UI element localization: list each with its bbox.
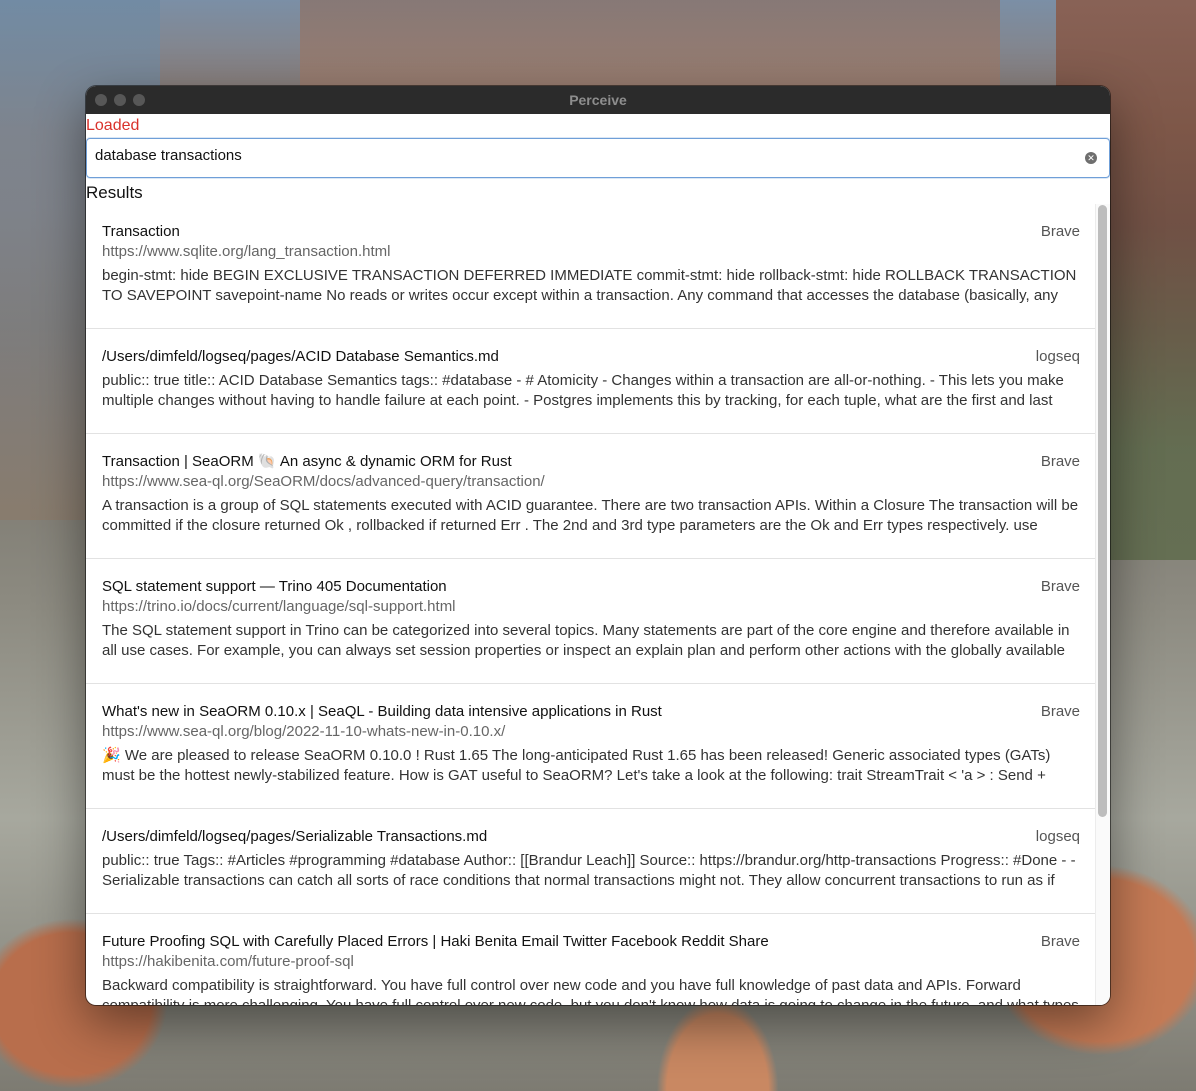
result-snippet: public:: true title:: ACID Database Sema…: [102, 372, 1064, 409]
app-window: Perceive Loaded ✕ Results Transaction Br…: [86, 86, 1110, 1005]
result-snippet: The SQL statement support in Trino can b…: [102, 622, 1070, 659]
result-title[interactable]: /Users/dimfeld/logseq/pages/ACID Databas…: [102, 347, 1080, 367]
result-snippet: 🎉 We are pleased to release SeaORM 0.10.…: [102, 747, 1051, 784]
result-url[interactable]: https://www.sea-ql.org/blog/2022-11-10-w…: [102, 722, 1080, 742]
result-source: Brave: [1040, 703, 1080, 720]
result-title[interactable]: Transaction | SeaORM 🐚 An async & dynami…: [102, 452, 1080, 472]
result-source: Brave: [1040, 453, 1080, 470]
result-snippet: Backward compatibility is straightforwar…: [102, 977, 1079, 1005]
results-heading: Results: [86, 183, 143, 202]
result-source: Brave: [1040, 223, 1080, 240]
results-list[interactable]: Transaction Brave https://www.sqlite.org…: [86, 204, 1096, 1005]
result-source: Brave: [1040, 578, 1080, 595]
result-title[interactable]: SQL statement support — Trino 405 Docume…: [102, 577, 1080, 597]
result-title[interactable]: /Users/dimfeld/logseq/pages/Serializable…: [102, 827, 1080, 847]
result-snippet: begin-stmt: hide BEGIN EXCLUSIVE TRANSAC…: [102, 267, 1077, 304]
search-input[interactable]: [95, 147, 1077, 164]
result-item[interactable]: Transaction | SeaORM 🐚 An async & dynami…: [86, 434, 1096, 559]
search-box[interactable]: ✕: [86, 138, 1110, 178]
result-title[interactable]: Future Proofing SQL with Carefully Place…: [102, 932, 1080, 952]
background-cliff-top: [300, 0, 1000, 90]
window-title: Perceive: [569, 92, 627, 108]
result-item[interactable]: Future Proofing SQL with Carefully Place…: [86, 914, 1096, 1005]
result-snippet: A transaction is a group of SQL statemen…: [102, 497, 1079, 534]
result-source: logseq: [1035, 828, 1080, 845]
clear-search-icon[interactable]: ✕: [1085, 152, 1097, 164]
result-url[interactable]: https://www.sea-ql.org/SeaORM/docs/advan…: [102, 472, 1080, 492]
result-snippet: public:: true Tags:: #Articles #programm…: [102, 852, 1076, 889]
result-title[interactable]: What's new in SeaORM 0.10.x | SeaQL - Bu…: [102, 702, 1080, 722]
result-item[interactable]: /Users/dimfeld/logseq/pages/ACID Databas…: [86, 329, 1096, 434]
result-url[interactable]: https://www.sqlite.org/lang_transaction.…: [102, 242, 1080, 262]
result-source: logseq: [1035, 348, 1080, 365]
result-source: Brave: [1040, 933, 1080, 950]
result-url[interactable]: https://trino.io/docs/current/language/s…: [102, 597, 1080, 617]
result-item[interactable]: /Users/dimfeld/logseq/pages/Serializable…: [86, 809, 1096, 914]
title-bar[interactable]: Perceive: [86, 86, 1110, 114]
status-text: Loaded: [86, 117, 140, 134]
result-item[interactable]: Transaction Brave https://www.sqlite.org…: [86, 204, 1096, 329]
result-item[interactable]: What's new in SeaORM 0.10.x | SeaQL - Bu…: [86, 684, 1096, 809]
result-url[interactable]: https://hakibenita.com/future-proof-sql: [102, 952, 1080, 972]
scrollbar-thumb[interactable]: [1098, 205, 1107, 817]
result-title[interactable]: Transaction: [102, 222, 1080, 242]
result-item[interactable]: SQL statement support — Trino 405 Docume…: [86, 559, 1096, 684]
